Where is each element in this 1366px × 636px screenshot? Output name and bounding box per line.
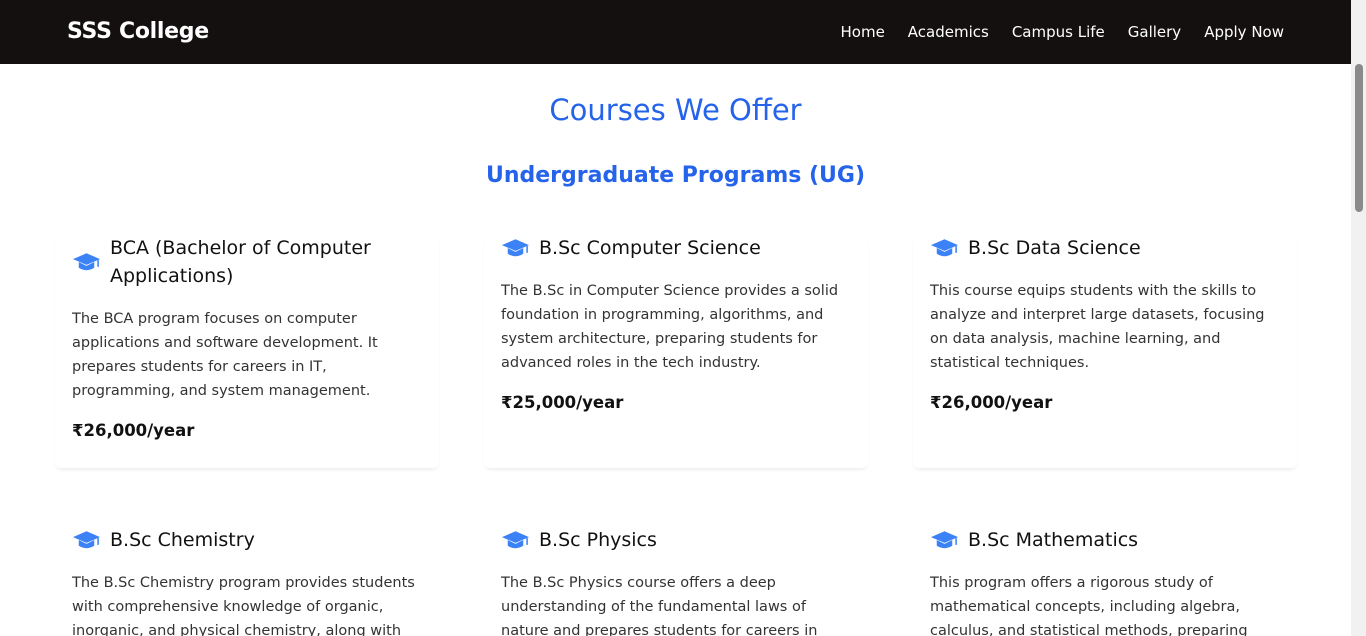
graduation-cap-icon [501,239,530,257]
course-description: The BCA program focuses on computer appl… [72,311,378,399]
course-description: This course equips students with the ski… [930,283,1265,371]
graduation-cap-icon [72,253,101,271]
nav-link-campus-life[interactable]: Campus Life [1012,23,1105,41]
course-name: B.Sc Computer Science [539,237,761,259]
course-name: B.Sc Physics [539,529,657,551]
course-card-bsc-data-science: B.Sc Data Science This course equips stu… [913,234,1297,468]
course-name: B.Sc Mathematics [968,529,1139,551]
nav-link-apply-now[interactable]: Apply Now [1204,23,1284,41]
course-name: B.Sc Chemistry [110,529,255,551]
course-description: The B.Sc Physics course offers a deep un… [501,575,818,636]
course-fee: ₹26,000/year [930,393,1053,412]
course-description: The B.Sc Chemistry program provides stud… [72,575,415,636]
scrollbar-thumb[interactable] [1355,64,1363,212]
graduation-cap-icon [930,531,959,549]
navbar: SSS College Home Academics Campus Life G… [0,0,1351,64]
nav-link-academics[interactable]: Academics [908,23,989,41]
course-name: BCA (Bachelor of Computer Applications) [110,237,371,287]
graduation-cap-icon [72,531,101,549]
graduation-cap-icon [930,239,959,257]
course-description: The B.Sc in Computer Science provides a … [501,283,839,371]
course-card-bsc-physics: B.Sc Physics The B.Sc Physics course off… [484,526,868,636]
course-fee: ₹26,000/year [72,421,195,440]
nav-link-home[interactable]: Home [841,23,885,41]
nav-menu: Home Academics Campus Life Gallery Apply… [818,23,1285,41]
page-title: Courses We Offer [549,93,802,127]
nav-link-gallery[interactable]: Gallery [1128,23,1181,41]
course-card-bca: BCA (Bachelor of Computer Applications) … [55,234,439,468]
graduation-cap-icon [501,531,530,549]
course-name: B.Sc Data Science [968,237,1141,259]
section-title: Undergraduate Programs (UG) [485,163,866,188]
course-card-bsc-chemistry: B.Sc Chemistry The B.Sc Chemistry progra… [55,526,439,636]
course-card-bsc-mathematics: B.Sc Mathematics This program offers a r… [913,526,1297,636]
course-description: This program offers a rigorous study of … [930,575,1248,636]
course-card-bsc-computer-science: B.Sc Computer Science The B.Sc in Comput… [484,234,868,468]
scrollbar[interactable] [1351,0,1366,636]
course-fee: ₹25,000/year [501,393,624,412]
brand-logo[interactable]: SSS College [67,19,209,44]
